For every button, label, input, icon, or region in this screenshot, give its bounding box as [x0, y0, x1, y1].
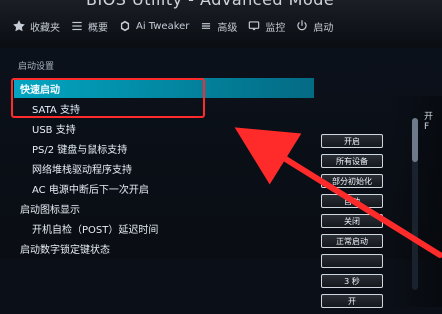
value-button-fast-boot[interactable]: 开启 — [321, 134, 383, 148]
value-button-ac-power[interactable]: 正常启动 — [321, 234, 383, 248]
setting-row-usb-support[interactable]: USB 支持 — [14, 118, 314, 138]
setting-row-ps2-support[interactable]: PS/2 键盘与鼠标支持 — [14, 138, 314, 158]
side-small-text: F — [424, 122, 430, 132]
red-highlight-box — [11, 78, 205, 118]
setting-values: 开启 所有设备 部分初始化 自动 关闭 正常启动 3 秒 开 — [321, 134, 383, 314]
setting-row-ac-power[interactable]: AC 电源中断后下一次开启 — [14, 178, 314, 198]
value-button-sata-support[interactable]: 所有设备 — [321, 154, 383, 168]
side-top-text: 开 — [424, 112, 434, 122]
setting-label: 开机自检（POST）延迟时间 — [32, 224, 159, 236]
setting-label: 网络堆栈驱动程序支持 — [32, 164, 132, 176]
nav-favorites-label: 收藏夹 — [30, 22, 60, 34]
ai-tweaker-icon — [118, 19, 132, 33]
setting-row-post-delay[interactable]: 开机自检（POST）延迟时间 — [14, 218, 314, 238]
value-button-usb-support[interactable]: 部分初始化 — [321, 174, 383, 188]
nav-ai-tweaker-label: Ai Tweaker — [136, 20, 190, 32]
top-navigation: 收藏夹 概要 Ai Tweaker 高级 监控 启动 — [0, 10, 442, 42]
section-title: 启动设置 — [18, 62, 55, 72]
scrollbar-thumb[interactable] — [412, 118, 418, 162]
setting-row-network-stack[interactable]: 网络堆栈驱动程序支持 — [14, 158, 314, 178]
advanced-icon — [199, 19, 213, 33]
nav-boot-label: 启动 — [313, 22, 334, 34]
star-icon — [12, 19, 26, 33]
nav-boot[interactable]: 启动 — [295, 19, 333, 34]
setting-label: 启动图标显示 — [20, 204, 80, 216]
nav-advanced-label: 高级 — [217, 22, 238, 34]
nav-monitor[interactable]: 监控 — [247, 19, 285, 34]
monitor-icon — [247, 19, 261, 33]
side-text: 开 F — [424, 112, 440, 132]
setting-label: 启动数字锁定键状态 — [20, 244, 110, 256]
nav-summary[interactable]: 概要 — [70, 19, 108, 34]
bios-title: BIOS Utility - Advanced Mode — [86, 0, 346, 10]
nav-monitor-label: 监控 — [265, 22, 286, 34]
value-button-post-delay[interactable]: 3 秒 — [321, 274, 383, 288]
value-button-network-stack[interactable]: 关闭 — [321, 214, 383, 228]
nav-ai-tweaker[interactable]: Ai Tweaker — [118, 19, 189, 33]
setting-label: AC 电源中断后下一次开启 — [32, 184, 149, 196]
value-button-boot-logo[interactable] — [321, 254, 383, 268]
scrollbar[interactable] — [412, 118, 418, 290]
nav-summary-label: 概要 — [88, 22, 108, 34]
setting-label: PS/2 键盘与鼠标支持 — [32, 144, 128, 156]
setting-row-boot-logo[interactable]: 启动图标显示 — [14, 198, 314, 218]
value-button-ps2-support[interactable]: 自动 — [321, 194, 383, 208]
nav-favorites[interactable]: 收藏夹 — [12, 19, 60, 34]
top-bar: BIOS Utility - Advanced Mode 收藏夹 概要 Ai T… — [0, 0, 442, 49]
nav-advanced[interactable]: 高级 — [199, 19, 237, 34]
value-button-numlock[interactable]: 开 — [321, 294, 383, 308]
setting-label: USB 支持 — [32, 124, 76, 136]
menu-icon — [70, 19, 84, 33]
power-icon — [295, 19, 309, 33]
setting-row-numlock[interactable]: 启动数字锁定键状态 — [14, 238, 314, 258]
